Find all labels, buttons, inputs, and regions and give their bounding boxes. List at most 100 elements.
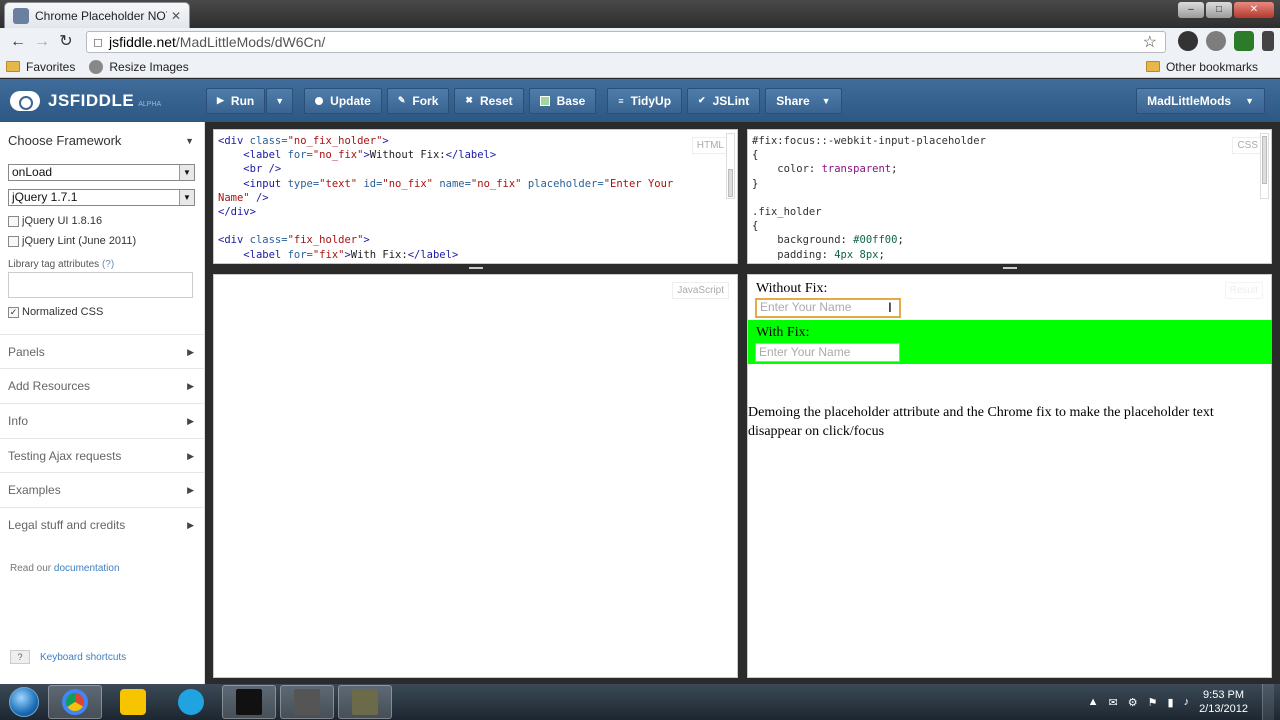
minimize-icon[interactable]: – — [1178, 2, 1204, 18]
start-button[interactable] — [4, 684, 44, 720]
jsfiddle-logo[interactable]: JSFIDDLE ALPHA — [10, 90, 206, 111]
taskbar-terminal[interactable] — [222, 685, 276, 719]
sidebar-item-add-resources[interactable]: Add Resources ▶ — [0, 368, 204, 402]
documentation-link[interactable]: documentation — [54, 563, 120, 574]
run-options-button[interactable]: ▼ — [266, 87, 294, 114]
jquery-ui-checkbox[interactable]: jQuery UI 1.8.16 — [8, 215, 102, 227]
document-icon — [294, 689, 320, 715]
volume-icon[interactable]: ♪ — [1184, 696, 1190, 708]
fix-input[interactable]: Enter Your Name — [755, 343, 900, 362]
onload-select[interactable]: onLoad ▼ — [8, 164, 195, 181]
other-bookmarks[interactable]: Other bookmarks — [1145, 60, 1258, 74]
aim-icon — [120, 689, 146, 715]
extensions — [1178, 31, 1274, 51]
forward-icon[interactable]: → — [30, 30, 54, 54]
css-resize-handle[interactable] — [1003, 267, 1017, 269]
tab-title: Chrome Placeholder NOT D — [35, 8, 167, 23]
bookmarks-bar: Favorites Resize Images Other bookmarks — [0, 56, 1280, 78]
cloud-logo-icon — [10, 90, 40, 111]
bookmark-label: Favorites — [26, 59, 76, 74]
html-code[interactable]: <div class="no_fix_holder"> <label for="… — [218, 134, 673, 262]
base-icon — [539, 95, 550, 106]
javascript-panel[interactable]: JavaScript — [213, 274, 738, 678]
tidyup-button[interactable]: ≡ TidyUp — [607, 87, 683, 114]
sidebar-item-panels[interactable]: Panels ▶ — [0, 334, 204, 368]
sidebar-item-legal[interactable]: Legal stuff and credits ▶ — [0, 507, 204, 541]
library-tag-attributes-label: Library tag attributes (?) — [8, 259, 115, 270]
bookmark-label: Resize Images — [109, 59, 189, 74]
bookmark-resize-images[interactable]: Resize Images — [89, 59, 189, 74]
chevron-down-icon: ▼ — [821, 95, 831, 106]
tray-app-icon[interactable]: ⚙ — [1128, 696, 1138, 709]
base-button[interactable]: Base — [528, 87, 597, 114]
clock-time: 9:53 PM — [1203, 689, 1245, 701]
list-icon: ≡ — [618, 95, 624, 106]
no-fix-input[interactable]: Enter Your Name — [755, 298, 901, 318]
update-button[interactable]: Update — [304, 87, 382, 114]
skype-icon — [178, 689, 204, 715]
taskbar-document[interactable] — [280, 685, 334, 719]
tab-close-icon[interactable]: ✕ — [171, 9, 181, 23]
expand-triangle-icon: ▶ — [187, 416, 194, 426]
network-icon[interactable]: ▮ — [1168, 696, 1174, 709]
normalized-css-checkbox[interactable]: ✓ Normalized CSS — [8, 306, 103, 318]
jslint-button[interactable]: ✔ JSLint — [687, 87, 761, 114]
sidebar-item-testing-ajax[interactable]: Testing Ajax requests ▶ — [0, 438, 204, 472]
html-scrollbar[interactable] — [726, 133, 735, 199]
library-tag-attributes-input[interactable] — [8, 272, 193, 298]
share-button[interactable]: Share ▼ — [765, 87, 842, 114]
close-window-icon[interactable]: ✕ — [1234, 2, 1274, 18]
tray-app-icon[interactable]: ✉ — [1109, 696, 1118, 709]
css-scrollbar[interactable] — [1260, 133, 1269, 199]
fork-button[interactable]: ✎ Fork — [386, 87, 450, 114]
demo-paragraph: Demoing the placeholder attribute and th… — [748, 405, 1214, 439]
flag-icon[interactable]: ⚑ — [1148, 696, 1158, 709]
text-cursor-icon: I — [888, 299, 892, 315]
taskbar-aim[interactable] — [106, 685, 160, 719]
x-icon: ✖ — [465, 95, 473, 105]
sidebar: Choose Framework ▼ onLoad ▼ jQuery 1.7.1… — [0, 122, 205, 684]
taskbar-clock[interactable]: 9:53 PM 2/13/2012 — [1199, 688, 1248, 716]
expand-triangle-icon: ▶ — [187, 347, 194, 357]
expand-triangle-icon: ▶ — [187, 451, 194, 461]
result-panel[interactable]: Result Without Fix: Enter Your Name I Wi… — [747, 274, 1272, 678]
browser-tab[interactable]: Chrome Placeholder NOT D ✕ — [4, 2, 190, 28]
bookmark-star-icon[interactable]: ☆ — [1143, 32, 1157, 52]
menu-wrench-icon[interactable] — [1262, 31, 1274, 51]
extension-icon[interactable] — [1234, 31, 1254, 51]
result-panel-label: Result — [1224, 282, 1263, 299]
reload-icon[interactable]: ↻ — [54, 30, 78, 54]
jsfiddle-favicon-icon — [13, 7, 29, 24]
user-menu-button[interactable]: MadLittleMods ▼ — [1136, 87, 1265, 114]
play-icon: ▶ — [217, 95, 224, 105]
framework-select[interactable]: jQuery 1.7.1 ▼ — [8, 189, 195, 206]
chevron-down-icon: ▼ — [179, 165, 194, 180]
sidebar-item-examples[interactable]: Examples ▶ — [0, 472, 204, 506]
chevron-down-icon: ▼ — [179, 190, 194, 205]
reset-button[interactable]: ✖ Reset — [454, 87, 524, 114]
show-desktop-button[interactable] — [1262, 684, 1274, 720]
html-resize-handle[interactable] — [469, 267, 483, 269]
css-code[interactable]: #fix:focus::-webkit-input-placeholder { … — [752, 134, 986, 262]
browser-toolbar: ← → ↻ ◻ jsfiddle.net/MadLittleMods/dW6Cn… — [0, 28, 1280, 56]
taskbar-skype[interactable] — [164, 685, 218, 719]
address-bar[interactable]: ◻ jsfiddle.net/MadLittleMods/dW6Cn/ ☆ — [86, 31, 1166, 53]
choose-framework-heading[interactable]: Choose Framework — [8, 133, 121, 148]
folder-icon — [1145, 61, 1160, 72]
run-button[interactable]: ▶ Run — [206, 87, 266, 114]
back-icon[interactable]: ← — [6, 30, 30, 54]
settings-gear-icon[interactable] — [1206, 31, 1226, 51]
tray-expand-icon[interactable]: ▲ — [1088, 696, 1099, 708]
css-panel[interactable]: #fix:focus::-webkit-input-placeholder { … — [747, 129, 1272, 264]
taskbar-flash[interactable] — [338, 685, 392, 719]
taskbar-chrome[interactable] — [48, 685, 102, 719]
sidebar-item-info[interactable]: Info ▶ — [0, 403, 204, 437]
bookmark-favorites[interactable]: Favorites — [6, 60, 75, 74]
maximize-icon[interactable]: □ — [1206, 2, 1232, 18]
extension-icon[interactable] — [1178, 31, 1198, 51]
update-icon — [315, 96, 324, 105]
collapse-triangle-icon[interactable]: ▼ — [185, 136, 194, 146]
keyboard-shortcuts-link[interactable]: ? Keyboard shortcuts — [10, 650, 126, 664]
html-panel[interactable]: <div class="no_fix_holder"> <label for="… — [213, 129, 738, 264]
jquery-lint-checkbox[interactable]: jQuery Lint (June 2011) — [8, 235, 136, 247]
